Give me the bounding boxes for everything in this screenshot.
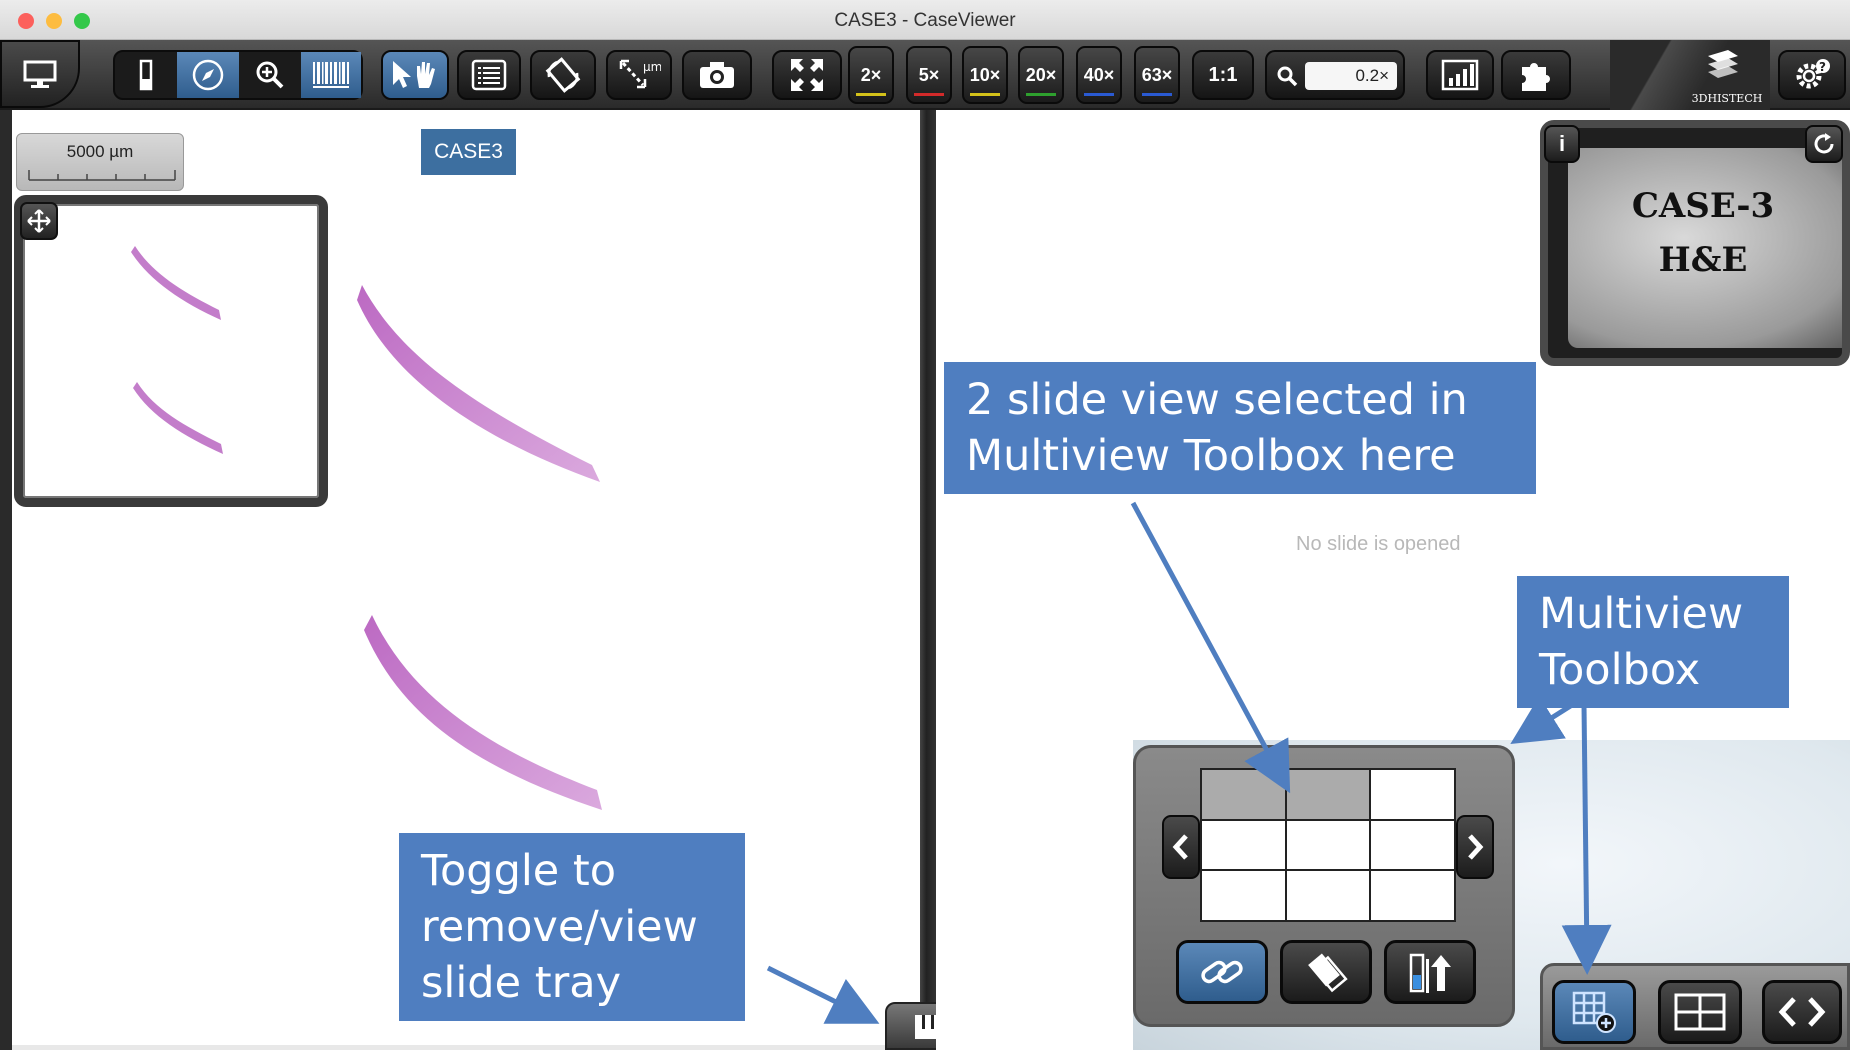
callout-two-slide-view: 2 slide view selected in Multiview Toolb… <box>944 362 1536 494</box>
annotation-arrows <box>766 501 1612 1024</box>
caseviewer-screen: CASE3 - CaseViewer µm 2× 5× 10× 20× 40× … <box>0 0 1850 1050</box>
callout-slide-tray: Toggle to remove/view slide tray <box>399 833 745 1021</box>
callout-multiview-toolbox: Multiview Toolbox <box>1517 576 1789 708</box>
